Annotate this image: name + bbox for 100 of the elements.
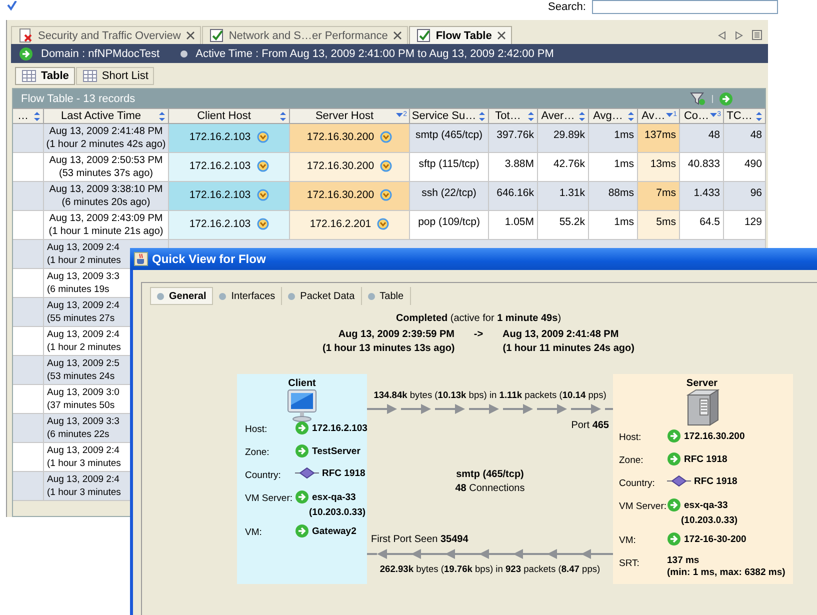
field-label: Country: [245, 469, 282, 483]
row-header-cell[interactable] [13, 182, 44, 211]
field-value: 172.16.2.103 [312, 422, 368, 434]
dot-icon [157, 292, 164, 300]
row-header-cell[interactable] [13, 298, 44, 327]
field-value: Gateway2 [312, 526, 356, 536]
editor-tab[interactable]: Flow Table [408, 26, 512, 44]
table-cell: Aug 13, 2009 2:43:09 PM (1 hour 1 minute 21s ago) [44, 211, 169, 240]
table-cell: 1ms [589, 211, 638, 240]
arrow-circle-icon[interactable] [667, 532, 681, 546]
editor-tab[interactable]: Security and Traffic Overview [11, 26, 201, 44]
field-value: esx-qa-33 [312, 492, 356, 502]
monitor-icon [285, 389, 319, 422]
filter-icon[interactable] [690, 92, 706, 106]
dropdown-circle-icon[interactable] [256, 218, 269, 230]
row-header-cell[interactable] [13, 124, 44, 153]
row-header-cell[interactable] [13, 153, 44, 182]
table-cell: 48 [724, 124, 766, 153]
outbound-traffic-text: 134.84k bytes (10.13k bps) in 1.11k packets (10.14 pps) [372, 390, 608, 400]
dot-icon [219, 292, 226, 300]
table-cell: 1.05M [489, 211, 538, 240]
table-cell: 397.76k [489, 124, 538, 153]
table-cell: 1.433 [680, 182, 724, 211]
editor-tab[interactable]: Network and S…er Performance [202, 26, 408, 44]
dialog-tab[interactable]: Interfaces [213, 287, 282, 305]
arrow-circle-icon[interactable] [295, 524, 309, 538]
column-header[interactable]: Tot… [489, 108, 538, 124]
dropdown-circle-icon[interactable] [380, 160, 392, 172]
table-cell: 129 [724, 211, 766, 240]
close-icon[interactable] [392, 31, 402, 40]
right-triangle-icon[interactable] [735, 30, 743, 40]
column-header[interactable]: Aver… [538, 108, 589, 124]
sort-arrows-icon [279, 111, 287, 122]
search-label: Search: [548, 1, 586, 13]
close-icon[interactable] [496, 31, 506, 40]
table-cell: 1ms [589, 124, 638, 153]
column-header[interactable]: Avg… [589, 108, 638, 124]
diamond-icon [667, 475, 691, 487]
row-header-cell[interactable] [13, 414, 44, 443]
table-cell: sftp (115/tcp) [410, 153, 489, 182]
arrow-circle-icon[interactable] [667, 498, 681, 512]
arrow-circle-icon[interactable] [295, 421, 309, 435]
sort-arrows-icon [158, 111, 166, 122]
row-header-cell[interactable] [13, 443, 44, 472]
port-text: Port 465 [571, 420, 610, 431]
column-header[interactable]: … [13, 108, 44, 124]
column-header[interactable]: Last Active Time [44, 108, 169, 124]
dropdown-circle-icon[interactable] [377, 218, 390, 230]
arrow-circle-icon[interactable] [667, 452, 681, 466]
dropdown-circle-icon[interactable] [256, 189, 269, 201]
dialog-tab[interactable]: Packet Data [282, 287, 362, 305]
table-cell: 42.76k [538, 153, 589, 182]
sort-arrows-icon [755, 111, 763, 122]
field-label: VM Server: [245, 492, 294, 506]
table-cell: 3.88M [489, 153, 538, 182]
endpoint-title: Client [287, 378, 317, 389]
arrow-circle-icon[interactable] [295, 444, 309, 458]
left-triangle-icon[interactable] [718, 30, 726, 40]
row-header-cell[interactable] [13, 269, 44, 298]
row-header-cell[interactable] [13, 385, 44, 414]
sort-arrows-icon [527, 111, 535, 122]
inbound-traffic-text: 262.93k bytes (19.76k bps) in 923 packets (8.47 pps) [378, 564, 602, 574]
row-header-cell[interactable] [13, 356, 44, 385]
table-cell: smtp (465/tcp) [410, 124, 489, 153]
server-tower-icon [684, 389, 720, 427]
sort-arrows-icon [627, 111, 635, 122]
row-header-cell[interactable] [13, 327, 44, 356]
sort-arrows-icon [578, 111, 586, 122]
close-icon[interactable] [186, 31, 195, 40]
grid-icon [82, 69, 98, 83]
row-header-cell[interactable] [13, 240, 44, 269]
field-label: Zone: [619, 454, 644, 468]
table-cell: 29.89k [538, 124, 589, 153]
arrow-circle-icon[interactable] [667, 429, 681, 443]
field-label: SRT: [619, 557, 640, 571]
end-time: Aug 13, 2009 2:41:48 PM [502, 329, 619, 340]
diamond-icon [295, 467, 319, 479]
arrow-circle-icon[interactable] [295, 490, 309, 504]
dropdown-circle-icon[interactable] [256, 160, 269, 172]
view-tab[interactable]: Short List [76, 67, 154, 85]
arrow-circle-icon[interactable] [719, 92, 733, 106]
column-header[interactable]: TC… [724, 108, 766, 124]
dropdown-circle-icon[interactable] [380, 131, 392, 143]
view-tab[interactable]: Table [15, 67, 75, 85]
grid-icon [21, 69, 37, 83]
table-cell: 490 [724, 153, 766, 182]
dialog-tab[interactable]: General [150, 287, 214, 305]
active-time-label: Active Time : From Aug 13, 2009 2:41:00 PM to Aug 13, 2009 2:42:00 PM [196, 48, 554, 60]
dropdown-circle-icon[interactable] [380, 189, 392, 201]
list-icon[interactable] [752, 30, 762, 40]
field-value: RFC 1918 [694, 476, 738, 486]
row-header-cell[interactable] [13, 211, 44, 240]
search-field[interactable] [592, 0, 778, 14]
column-header[interactable]: Client Host [169, 108, 290, 124]
row-header-cell[interactable] [13, 472, 44, 501]
column-header[interactable]: Service Su… [410, 108, 489, 124]
dropdown-circle-icon[interactable] [256, 131, 269, 143]
table-title: Flow Table - 13 records [21, 92, 136, 104]
dialog-tab[interactable]: Table [362, 287, 411, 305]
table-cell: 137ms [638, 124, 680, 153]
